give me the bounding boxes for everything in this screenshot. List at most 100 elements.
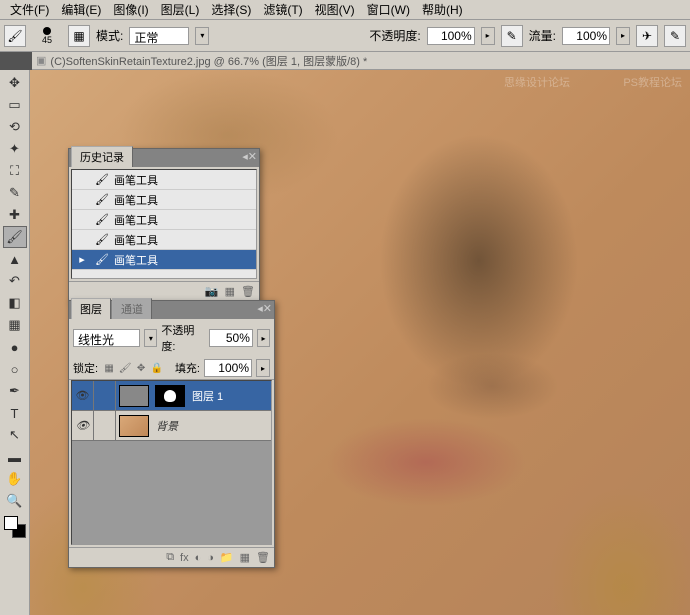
gradient-tool[interactable]: ▦: [3, 314, 27, 336]
mode-label: 模式:: [96, 27, 123, 44]
adjustment-layer-icon[interactable]: ◑: [207, 552, 214, 564]
eraser-tool[interactable]: ◧: [3, 292, 27, 314]
panel-menu-icon[interactable]: ◂✕: [242, 150, 257, 163]
canvas[interactable]: 思缘设计论坛 PS教程论坛 历史记录 ◂✕ 画笔工具 画笔工具: [30, 70, 690, 615]
tool-preset-picker[interactable]: 🖌: [4, 25, 26, 47]
opacity-input[interactable]: [427, 27, 475, 45]
menu-select[interactable]: 选择(S): [205, 0, 257, 20]
layer-name[interactable]: 图层 1: [188, 388, 223, 404]
marquee-tool[interactable]: ▭: [3, 94, 27, 116]
layer-opacity-input[interactable]: [209, 329, 253, 347]
shape-tool[interactable]: ▬: [3, 446, 27, 468]
menu-window[interactable]: 窗口(W): [361, 0, 416, 20]
document-tab[interactable]: ▣ (C)SoftenSkinRetainTexture2.jpg @ 66.7…: [32, 52, 690, 70]
mode-arrow-icon[interactable]: ▾: [195, 27, 209, 45]
menu-image[interactable]: 图像(I): [107, 0, 154, 20]
brush-panel-toggle[interactable]: ▦: [68, 25, 90, 47]
history-label: 画笔工具: [114, 172, 158, 188]
menu-edit[interactable]: 编辑(E): [55, 0, 107, 20]
menu-file[interactable]: 文件(F): [4, 0, 55, 20]
mask-thumbnail[interactable]: [155, 385, 185, 407]
opacity-arrow-icon[interactable]: ▸: [257, 329, 270, 347]
new-snapshot-icon[interactable]: 📷: [205, 285, 219, 298]
lasso-tool[interactable]: ⟲: [3, 116, 27, 138]
visibility-icon[interactable]: [76, 419, 90, 432]
link-column[interactable]: [94, 411, 116, 440]
history-item[interactable]: 画笔工具: [72, 190, 256, 210]
lock-all-icon[interactable]: 🔒: [150, 363, 164, 374]
layer-name[interactable]: 背景: [152, 418, 178, 434]
fill-arrow-icon[interactable]: ▸: [256, 359, 270, 377]
brush-icon: [94, 233, 110, 247]
link-layers-icon[interactable]: ⧉: [166, 551, 174, 564]
blend-mode-select[interactable]: 正常: [129, 27, 189, 45]
history-brush-tool[interactable]: ↶: [3, 270, 27, 292]
opacity-pressure-icon[interactable]: ✎: [501, 25, 523, 47]
menu-layer[interactable]: 图层(L): [155, 0, 206, 20]
history-label: 画笔工具: [114, 192, 158, 208]
brush-dot-icon: [43, 27, 51, 35]
layer-style-icon[interactable]: fx: [180, 552, 189, 564]
lock-position-icon[interactable]: ✥: [134, 363, 148, 374]
path-tool[interactable]: ↖: [3, 424, 27, 446]
tablet-pressure-icon[interactable]: ✎: [664, 25, 686, 47]
panel-menu-icon[interactable]: ◂✕: [257, 302, 272, 315]
flow-label: 流量:: [529, 27, 556, 44]
group-icon[interactable]: 📁: [220, 551, 234, 564]
blur-tool[interactable]: ●: [3, 336, 27, 358]
layers-tab[interactable]: 图层: [71, 298, 111, 319]
layer-mask-icon[interactable]: ◐: [195, 552, 202, 564]
color-swatches[interactable]: [4, 516, 26, 538]
eyedropper-tool[interactable]: ✎: [3, 182, 27, 204]
foreground-color[interactable]: [4, 516, 18, 530]
stamp-tool[interactable]: ▲: [3, 248, 27, 270]
doc-title-text: (C)SoftenSkinRetainTexture2.jpg @ 66.7% …: [50, 53, 367, 69]
zoom-tool[interactable]: 🔍: [3, 490, 27, 512]
blend-arrow-icon[interactable]: ▾: [144, 329, 157, 347]
type-tool[interactable]: T: [3, 402, 27, 424]
history-item[interactable]: 画笔工具: [72, 210, 256, 230]
layer-blend-mode-select[interactable]: 线性光: [73, 329, 140, 347]
opacity-arrow-icon[interactable]: ▸: [481, 27, 495, 45]
layer-thumbnail[interactable]: [119, 415, 149, 437]
move-tool[interactable]: ✥: [3, 72, 27, 94]
layer-thumbnail[interactable]: [119, 385, 149, 407]
menu-filter[interactable]: 滤镜(T): [257, 0, 308, 20]
layer-item[interactable]: 背景: [72, 411, 271, 441]
lock-paint-icon[interactable]: 🖌: [118, 363, 132, 374]
airbrush-icon[interactable]: ✈: [636, 25, 658, 47]
brush-icon: [94, 213, 110, 227]
menu-help[interactable]: 帮助(H): [416, 0, 469, 20]
fill-label: 填充:: [175, 360, 200, 376]
history-panel: 历史记录 ◂✕ 画笔工具 画笔工具 画笔工具: [68, 148, 260, 302]
flow-input[interactable]: [562, 27, 610, 45]
history-item[interactable]: 画笔工具: [72, 230, 256, 250]
pen-tool[interactable]: ✒: [3, 380, 27, 402]
visibility-icon[interactable]: [76, 389, 90, 402]
delete-layer-icon[interactable]: 🗑: [256, 551, 270, 564]
brush-icon: [94, 193, 110, 207]
new-layer-icon[interactable]: ▦: [240, 551, 250, 564]
hand-tool[interactable]: ✋: [3, 468, 27, 490]
lock-transparency-icon[interactable]: ▦: [102, 363, 116, 374]
fill-input[interactable]: [204, 359, 252, 377]
wand-tool[interactable]: ✦: [3, 138, 27, 160]
brush-preset-picker[interactable]: 45: [32, 27, 62, 45]
layers-panel: 图层 通道 ◂✕ 线性光 ▾ 不透明度: ▸ 锁定: ▦ 🖌 ✥ 🔒: [68, 300, 275, 568]
link-column[interactable]: [94, 381, 116, 410]
dodge-tool[interactable]: ○: [3, 358, 27, 380]
new-state-icon[interactable]: ▦: [225, 285, 235, 298]
history-list: 画笔工具 画笔工具 画笔工具 画笔工具 ▸: [71, 169, 257, 279]
flow-arrow-icon[interactable]: ▸: [616, 27, 630, 45]
history-item[interactable]: 画笔工具: [72, 170, 256, 190]
crop-tool[interactable]: ⛶: [3, 160, 27, 182]
history-item[interactable]: ▸ 画笔工具: [72, 250, 256, 270]
channels-tab[interactable]: 通道: [112, 298, 152, 319]
history-tab[interactable]: 历史记录: [71, 146, 133, 167]
layer-list: 图层 1 背景: [71, 380, 272, 545]
healing-tool[interactable]: ✚: [3, 204, 27, 226]
delete-state-icon[interactable]: 🗑: [241, 285, 255, 298]
brush-tool[interactable]: 🖌: [3, 226, 27, 248]
layer-item[interactable]: 图层 1: [72, 381, 271, 411]
menu-view[interactable]: 视图(V): [309, 0, 361, 20]
